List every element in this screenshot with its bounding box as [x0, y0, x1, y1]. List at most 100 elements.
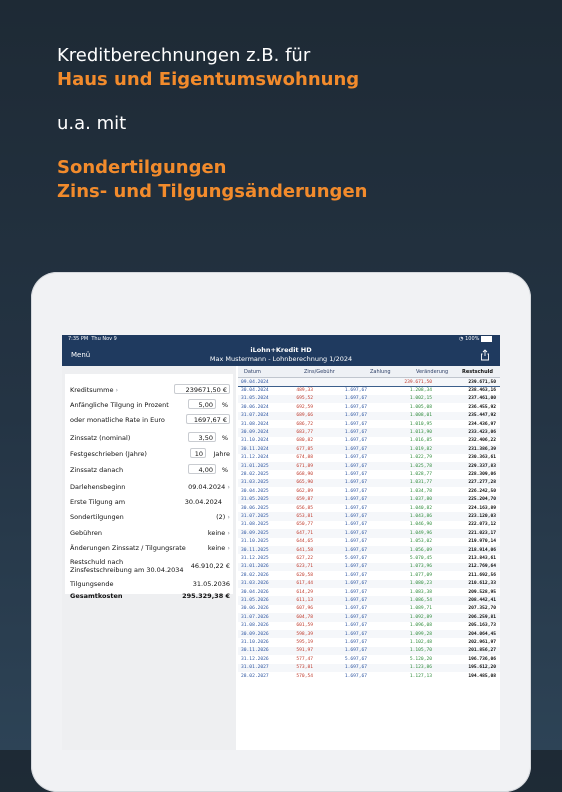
cell-veraenderung: 1.086,54 — [409, 597, 432, 603]
cell-zahlung: 1.697,67 — [344, 497, 367, 503]
zinssatz-field[interactable]: 3,50 — [188, 432, 216, 442]
table-row[interactable]: 30.11.2025 641,58 1.697,67 1.056,09 218.914,… — [238, 546, 500, 555]
cell-zins: 650,77 — [296, 522, 313, 528]
cell-zahlung: 1.697,67 — [344, 589, 367, 595]
cell-zins: 570,54 — [296, 673, 313, 679]
table-row[interactable]: 30.06.2024 692,59 1.697,67 1.005,08 236.455,… — [238, 403, 500, 411]
cell-restschuld: 233.423,06 — [468, 429, 496, 435]
cell-veraenderung: 1.040,82 — [409, 505, 432, 511]
cell-zins: 591,97 — [296, 648, 313, 654]
table-row[interactable]: 31.03.2026 617,44 1.697,67 1.080,23 210.612,… — [238, 579, 500, 588]
cell-zins: 595,19 — [296, 639, 313, 645]
cell-datum: 31.05.2024 — [241, 396, 269, 402]
cell-veraenderung: 5.120,20 — [409, 656, 432, 662]
table-row[interactable]: 28.02.2025 668,90 1.697,67 1.028,77 228.309,… — [238, 470, 500, 478]
cell-datum: 28.02.2027 — [241, 673, 269, 679]
table-row[interactable]: 30.06.2026 607,96 1.697,67 1.089,71 207.352,… — [238, 605, 500, 613]
cell-zahlung: 1.697,67 — [344, 522, 367, 528]
table-row[interactable]: 30.04.2025 662,89 1.697,67 1.034,78 226.242,… — [238, 487, 500, 495]
cell-restschuld: 212.769,64 — [468, 564, 496, 570]
table-row[interactable]: 30.04.2026 614,29 1.697,67 1.083,38 209.528,… — [238, 588, 500, 596]
tilgungsende-label: Tilgungsende — [70, 580, 114, 588]
cell-zahlung: 1.697,67 — [344, 665, 367, 671]
cell-restschuld: 237.461,00 — [468, 396, 496, 402]
cell-zins: 611,13 — [296, 597, 313, 603]
table-row[interactable]: 31.10.2026 595,19 1.697,67 1.102,48 202.961,… — [238, 638, 500, 646]
cell-veraenderung: 1.002,15 — [409, 396, 432, 402]
cell-veraenderung: 239.671,50 — [404, 379, 432, 385]
table-row[interactable]: 31.08.2024 686,72 1.697,67 1.010,95 234.436,… — [238, 420, 500, 428]
table-row[interactable]: 30.09.2026 598,39 1.697,67 1.099,28 204.064,… — [238, 630, 500, 639]
erste-tilgung-row[interactable]: Erste Tilgung am 30.04.2024 — [70, 496, 230, 508]
cell-zahlung: 1.697,67 — [344, 530, 367, 536]
cell-zahlung: 1.697,67 — [344, 396, 367, 402]
table-row[interactable]: 31.10.2024 680,82 1.697,67 1.016,85 232.406,… — [238, 437, 500, 445]
table-row[interactable]: 31.05.2026 611,13 1.697,67 1.086,54 208.442,… — [238, 596, 500, 605]
cell-zins: 614,29 — [296, 589, 313, 595]
cell-zahlung: 1.697,67 — [344, 673, 367, 679]
cell-datum: 30.11.2026 — [241, 648, 269, 654]
table-row[interactable]: 31.05.2024 695,52 1.697,67 1.002,15 237.461,… — [238, 394, 500, 404]
rate-field[interactable]: 1697,67 € — [186, 414, 230, 424]
table-row[interactable]: 30.11.2024 677,85 1.697,67 1.019,82 231.386,… — [238, 445, 500, 454]
erste-tilgung-value: 30.04.2024 — [184, 498, 222, 506]
aenderungen-value: keine — [207, 544, 226, 552]
input-panel: Kreditsumme › 239671,50 € Anfängliche Ti… — [65, 374, 233, 594]
kreditsumme-row[interactable]: Kreditsumme › 239671,50 € — [70, 384, 230, 396]
beginn-row[interactable]: Darlehensbeginn 09.04.2024 › — [70, 481, 230, 493]
cell-restschuld: 206.259,81 — [468, 614, 496, 620]
share-icon[interactable] — [480, 349, 490, 361]
table-row[interactable]: 31.03.2025 665,90 1.697,67 1.031,77 227.277,… — [238, 478, 500, 488]
rate-row: oder monatliche Rate in Euro 1697,67 € — [70, 414, 230, 426]
table-row[interactable]: 28.02.2026 620,58 1.697,67 1.077,09 211.692,… — [238, 571, 500, 579]
cell-veraenderung: 5.070,45 — [409, 555, 432, 561]
gesamtkosten-label: Gesamtkosten — [70, 592, 123, 600]
table-row[interactable]: 30.09.2024 683,77 1.697,67 1.013,90 233.423,… — [238, 428, 500, 437]
cell-datum: 30.11.2024 — [241, 446, 269, 452]
table-row[interactable]: 31.01.2026 623,71 1.697,67 1.073,96 212.769,… — [238, 562, 500, 572]
cell-datum: 31.10.2025 — [241, 539, 269, 545]
table-row[interactable]: 31.07.2026 604,78 1.697,67 1.092,89 206.259,… — [238, 613, 500, 622]
cell-zins: 627,22 — [296, 555, 313, 561]
cell-zins: 647,71 — [296, 530, 313, 536]
cell-restschuld: 213.843,61 — [468, 555, 496, 561]
gebuehren-row[interactable]: Gebühren keine › — [70, 527, 230, 539]
beginn-value: 09.04.2024 — [188, 483, 226, 491]
cell-zins: 577,47 — [296, 656, 313, 662]
zinsdanach-field[interactable]: 4,00 — [188, 464, 216, 474]
table-row[interactable]: 31.07.2025 653,81 1.697,67 1.043,86 223.120,… — [238, 512, 500, 521]
cell-restschuld: 211.692,56 — [468, 572, 496, 578]
cell-datum: 30.06.2024 — [241, 404, 269, 410]
table-row[interactable]: 31.08.2026 601,59 1.697,67 1.096,08 205.163,… — [238, 622, 500, 630]
cell-restschuld: 205.163,73 — [468, 623, 496, 629]
status-battery: ◔ 100% — [459, 335, 492, 344]
table-row[interactable]: 31.07.2024 689,66 1.697,67 1.008,01 235.447,… — [238, 411, 500, 420]
tilgung-field[interactable]: 5,00 — [188, 399, 216, 409]
table-row[interactable]: 31.05.2025 659,87 1.697,67 1.037,80 225.204,… — [238, 495, 500, 504]
sonder-row[interactable]: Sondertilgungen (2) › — [70, 511, 230, 523]
cell-zahlung: 1.697,67 — [344, 404, 367, 410]
kreditsumme-field[interactable]: 239671,50 € — [174, 384, 230, 394]
gebuehren-label: Gebühren — [70, 529, 103, 537]
table-row[interactable]: 30.11.2026 591,97 1.697,67 1.105,70 201.856,… — [238, 646, 500, 656]
table-row[interactable]: 30.04.2024 489,33 1.697,67 1.208,34 238.463,… — [238, 386, 500, 394]
table-row[interactable]: 31.08.2025 650,77 1.697,67 1.046,90 222.073,… — [238, 521, 500, 529]
cell-restschuld: 239.671,50 — [468, 379, 496, 385]
cell-zahlung: 1.697,67 — [344, 455, 367, 461]
table-row[interactable]: 30.09.2025 647,71 1.697,67 1.049,96 221.023,… — [238, 529, 500, 538]
cell-restschuld: 194.485,08 — [468, 673, 496, 679]
table-row[interactable]: 30.06.2025 656,85 1.697,67 1.040,82 224.163,… — [238, 504, 500, 512]
cell-zahlung: 1.697,67 — [344, 597, 367, 603]
sonder-value: (2) — [216, 513, 226, 521]
cell-veraenderung: 1.016,85 — [409, 438, 432, 444]
table-row[interactable]: 31.10.2025 644,65 1.697,67 1.053,02 219.970,… — [238, 538, 500, 546]
header-zins: Zins/Gebühr — [304, 369, 335, 375]
table-row[interactable]: 31.01.2027 573,81 1.697,67 1.123,86 195.612,… — [238, 663, 500, 672]
fest-field[interactable]: 10 — [190, 448, 206, 458]
chevron-right-icon: › — [227, 483, 230, 491]
cell-restschuld: 223.120,03 — [468, 513, 496, 519]
aenderungen-row[interactable]: Änderungen Zinssatz / Tilgungsrate keine… — [70, 542, 230, 554]
table-row[interactable]: 28.02.2027 570,54 1.697,67 1.127,13 194.485,… — [238, 672, 500, 680]
table-row[interactable]: 31.01.2025 671,89 1.697,67 1.025,78 229.337,… — [238, 462, 500, 471]
cell-zins: 686,72 — [296, 421, 313, 427]
